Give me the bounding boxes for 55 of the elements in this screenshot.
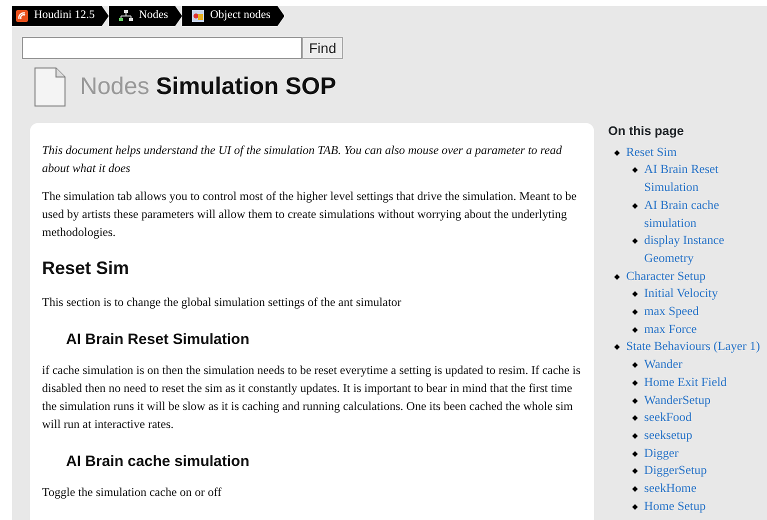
breadcrumb-link[interactable]: Nodes: [108, 6, 182, 26]
search-field[interactable]: [22, 37, 302, 59]
title-prefix: Nodes: [80, 73, 150, 100]
bullet-icon: [632, 415, 638, 422]
subsection-text: if cache simulation is on then the simulation needs to be reset everytime a setting is updated to resim. If cache is disabled then no need to reset the sim as it constantly updates. It is important to bear in mind that the first time the simulation runs it will be slow as it is caching and running calculations. One its been cached the whole sim will run at interactive rates.: [42, 362, 582, 433]
bullet-icon: [614, 150, 620, 156]
find-button[interactable]: Find: [302, 37, 344, 59]
toc-link[interactable]: AI Brain Reset Simulation: [644, 161, 767, 197]
intro-text: This document helps understand the UI of the simulation TAB. You can also mouse over a parameter to read about what it does: [42, 142, 563, 177]
subsection-text: Toggle the simulation cache on or off: [42, 484, 223, 501]
section-text: This section is to change the global simulation settings of the ant simulator: [42, 294, 402, 311]
bullet-icon: [614, 274, 620, 280]
document-icon: [34, 67, 66, 107]
bullet-icon: [632, 450, 638, 456]
page-title: Simulation SOP: [156, 73, 336, 100]
toc-link[interactable]: seeksetup: [644, 426, 767, 445]
toc-link[interactable]: State Behaviours (Layer 1): [626, 338, 767, 356]
toc-link[interactable]: Home Setup: [644, 498, 767, 516]
bullet-icon: [632, 326, 638, 333]
bullet-icon: [632, 468, 638, 474]
toc-link[interactable]: seekFood: [644, 409, 767, 427]
node-icon: [192, 10, 204, 22]
bullet-icon: [614, 344, 620, 350]
toc-title: On this page: [608, 123, 685, 140]
node-tree-icon: [118, 10, 133, 22]
toc-link[interactable]: Digger: [644, 444, 767, 462]
bullet-icon: [632, 292, 638, 298]
bullet-icon: [632, 238, 638, 244]
toc-link[interactable]: Wander: [644, 356, 767, 374]
breadcrumb-link[interactable]: Object nodes: [182, 6, 284, 26]
toc-link[interactable]: Home Exit Field: [644, 374, 767, 392]
breadcrumb-link[interactable]: Houdini 12.5: [12, 6, 109, 26]
toc-link[interactable]: Reset Sim: [626, 144, 767, 162]
body-text: The simulation tab allows you to control most of the higher level settings that drive the simulation. Meant to be used by artists these parameters will allow them to create simulations without worrying about the underlyting methodologies.: [42, 188, 578, 241]
subsection-heading: AI Brain Reset Simulation: [66, 331, 250, 349]
toc-link[interactable]: Initial Velocity: [644, 285, 767, 304]
toc-link[interactable]: display Instance Geometry: [644, 232, 767, 268]
section-heading: Reset Sim: [42, 259, 130, 277]
toc-link[interactable]: WanderSetup: [644, 392, 767, 410]
bullet-icon: [632, 362, 638, 368]
toc-link[interactable]: DiggerSetup: [644, 462, 767, 480]
toc-link[interactable]: Character Setup: [626, 268, 767, 286]
bullet-icon: [632, 380, 638, 386]
bullet-icon: [632, 398, 638, 404]
toc-link[interactable]: max Force: [644, 320, 767, 338]
bullet-icon: [632, 504, 638, 510]
bullet-icon: [632, 486, 638, 492]
toc-link[interactable]: max Speed: [644, 303, 767, 321]
subsection-heading: AI Brain cache simulation: [66, 453, 250, 471]
bullet-icon: [632, 168, 638, 174]
toc-link[interactable]: seekHome: [644, 480, 767, 498]
logo-icon: [16, 10, 28, 22]
bullet-icon: [632, 309, 638, 315]
bullet-icon: [632, 202, 638, 209]
bullet-icon: [632, 433, 638, 439]
